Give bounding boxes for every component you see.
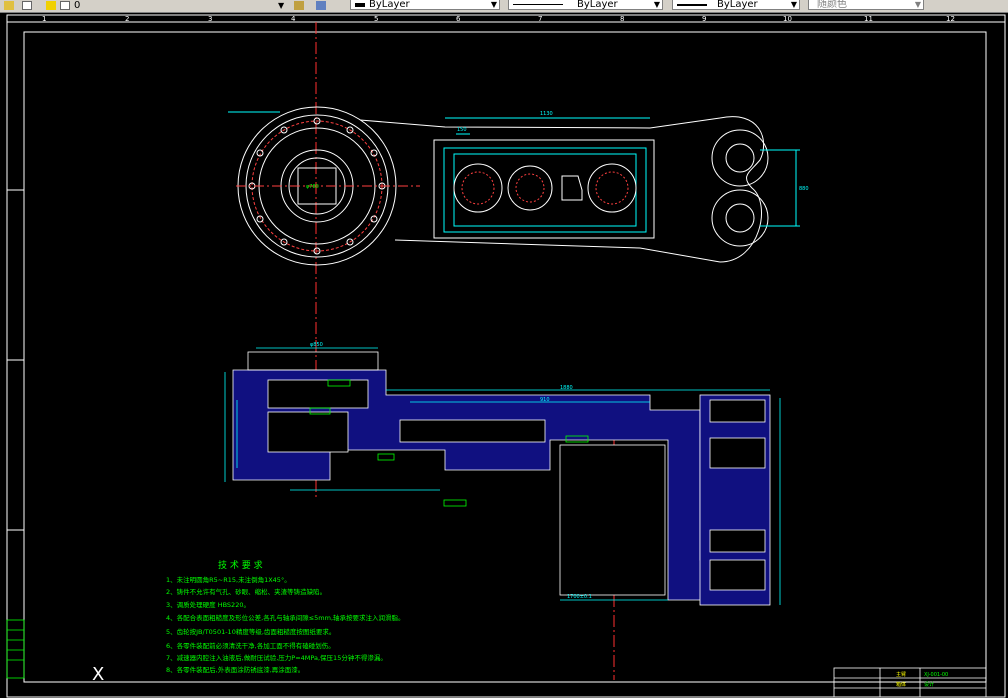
- chevron-down-icon: ▼: [790, 0, 797, 9]
- linetype-combo[interactable]: ByLayer ▼: [508, 0, 663, 10]
- tech-item: 6、各零件装配前必须清洗干净,各加工面不得有磕碰划伤。: [166, 641, 335, 650]
- layer-state-icon[interactable]: [22, 1, 32, 10]
- zone-number: 12: [946, 15, 955, 23]
- chevron-down-icon: ▼: [490, 0, 497, 9]
- zone-number: 4: [291, 15, 296, 23]
- tech-item: 8、各零件装配后,外表面涂防锈底漆,再涂面漆。: [166, 665, 304, 674]
- tech-item: 3、调质处理硬度 HBS220。: [166, 600, 250, 609]
- tech-requirements: 技 术 要 求 1、未注明圆角R5~R15,未注倒角1X45°。 2、铸件不允许…: [166, 559, 405, 674]
- zone-number: 3: [208, 15, 212, 23]
- tech-item: 7、减速器内腔注入油液后,做耐压试验,压力P=4MPa,保压15分钟不得渗漏。: [166, 653, 387, 662]
- dim-top: φ850: [310, 342, 323, 348]
- tech-title: 技 术 要 求: [218, 559, 263, 571]
- title-block-text: XJ-001-00 主臂 箱体 设计: [896, 671, 948, 688]
- center-label: φ780: [306, 184, 319, 190]
- layer-dropdown-arrow[interactable]: ▼: [278, 0, 284, 11]
- lineweight-combo[interactable]: ByLayer ▼: [672, 0, 800, 10]
- dim-height: 880: [799, 186, 809, 192]
- dim-bottom: 1700±0.1: [567, 594, 592, 600]
- plotstyle-combo[interactable]: 随颜色 ▼: [808, 0, 924, 10]
- tech-item: 5、齿轮按JB/T0501-10精度等级,齿面粗糙度按图纸要求。: [166, 627, 335, 636]
- zone-number: 10: [783, 15, 792, 23]
- revision-table: [6, 619, 25, 679]
- tech-item: 2、铸件不允许有气孔、砂眼、缩松、夹渣等铸造缺陷。: [166, 587, 326, 596]
- lightbulb-icon[interactable]: [4, 1, 14, 10]
- drawing-canvas[interactable]: 1 2 3 4 5 6 7 8 9 10 11 12 1130 150 880 …: [0, 12, 1008, 698]
- left-zone-ticks: [7, 189, 24, 531]
- dim-long: 1880: [560, 385, 573, 391]
- ucs-x-icon: X: [92, 664, 105, 685]
- tech-item: 1、未注明圆角R5~R15,未注倒角1X45°。: [166, 575, 291, 584]
- zone-number: 2: [125, 15, 129, 23]
- zone-number: 7: [538, 15, 542, 23]
- title-name: 主臂: [896, 671, 906, 678]
- zone-number: 11: [864, 15, 873, 23]
- dim-overall: 1130: [540, 111, 553, 117]
- section-view: [224, 347, 781, 606]
- drawing-frame: [6, 14, 1006, 698]
- make-current-layer-icon[interactable]: [294, 1, 304, 10]
- tech-item: 4、各配合表面粗糙度及形位公差,各孔与轴承间隙≤5mm,轴承按要求注入润滑脂。: [166, 613, 405, 622]
- color-combo[interactable]: ByLayer ▼: [350, 0, 500, 10]
- color-swatch-icon: [355, 3, 365, 7]
- layer-value[interactable]: 0: [74, 0, 80, 11]
- drawing-number: XJ-001-00: [924, 672, 948, 678]
- zone-number: 9: [702, 15, 706, 23]
- zone-number: 6: [456, 15, 461, 23]
- chevron-down-icon: ▼: [653, 0, 660, 9]
- lineweight-preview-icon: [677, 4, 707, 6]
- layer-previous-icon[interactable]: [316, 1, 326, 10]
- chevron-down-icon: ▼: [914, 0, 921, 9]
- zone-number: 8: [620, 15, 624, 23]
- zone-number: 1: [42, 15, 46, 23]
- linetype-preview-icon: [513, 4, 563, 5]
- dim-small: 150: [457, 127, 467, 133]
- layer-color-icon[interactable]: [60, 1, 70, 10]
- title-name: 箱体: [896, 681, 906, 688]
- lock-icon[interactable]: [46, 1, 56, 10]
- dim-mid: 910: [540, 397, 550, 403]
- company-cell: 设计: [924, 681, 934, 688]
- zone-number: 5: [374, 15, 378, 23]
